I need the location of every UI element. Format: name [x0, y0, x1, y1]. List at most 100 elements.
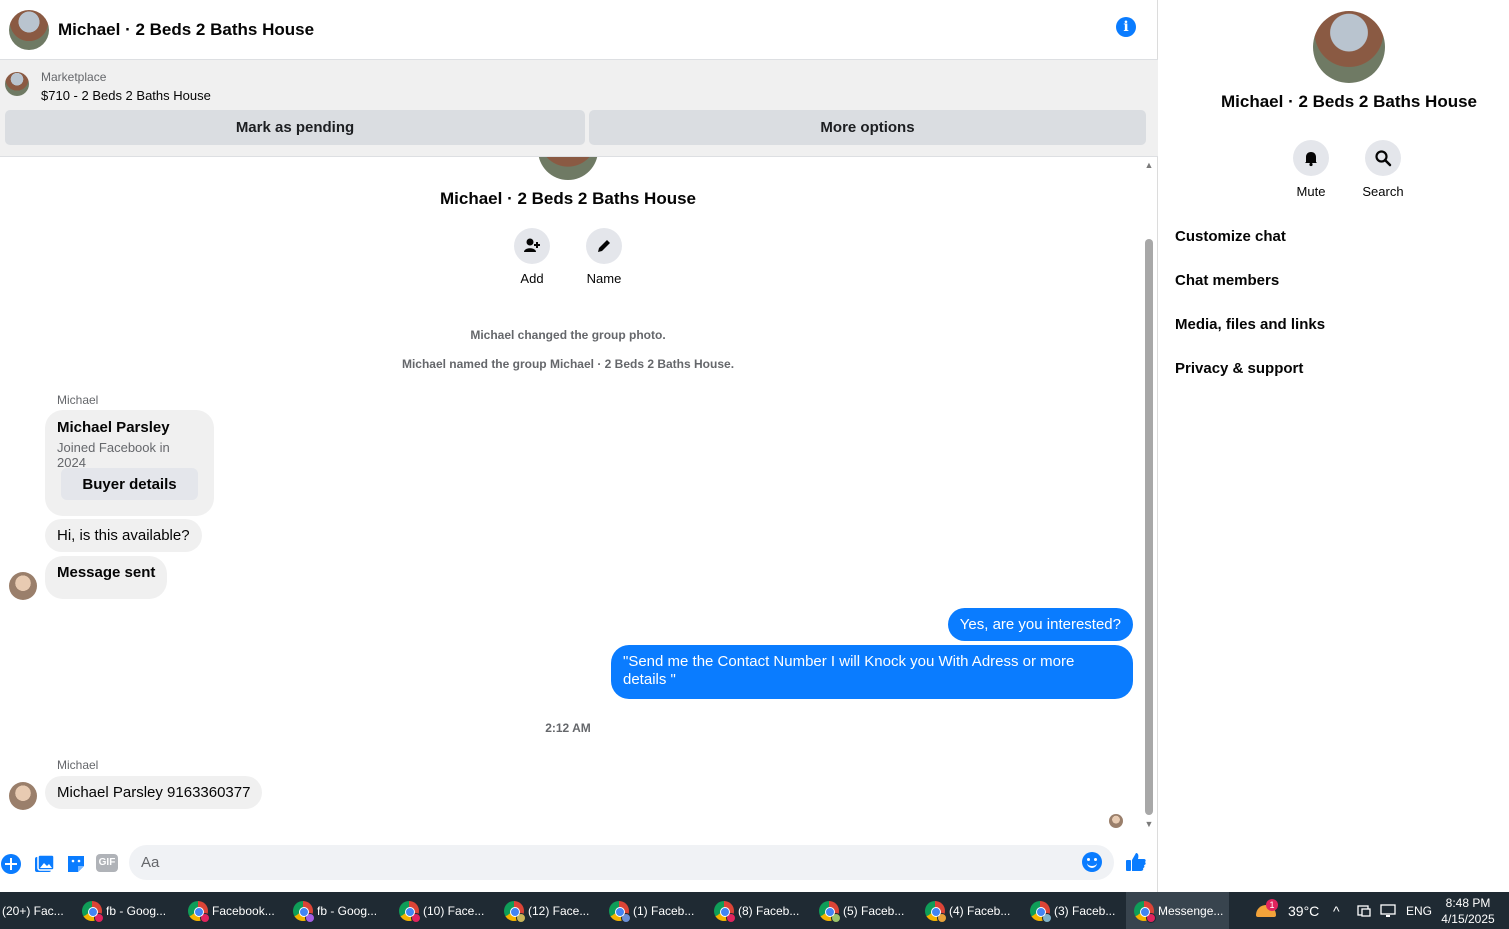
- scroll-up-arrow[interactable]: ▲: [1144, 160, 1154, 170]
- chat-members-item[interactable]: Chat members: [1175, 272, 1279, 289]
- system-message: Michael changed the group photo.: [470, 328, 666, 342]
- onedrive-icon[interactable]: [1356, 892, 1372, 929]
- bell-icon: [1305, 152, 1317, 167]
- taskbar-item-label: fb - Goog...: [106, 903, 167, 918]
- message-scrollbar[interactable]: ▲ ▼: [1143, 157, 1155, 835]
- buyer-details-button[interactable]: Buyer details: [61, 468, 198, 500]
- taskbar-item[interactable]: (20+) Fac...: [2, 892, 64, 929]
- taskbar-item-label: (12) Face...: [528, 903, 590, 918]
- search-icon: [1375, 150, 1392, 167]
- group-avatar[interactable]: [9, 9, 49, 50]
- scrollbar-thumb[interactable]: [1145, 239, 1153, 815]
- language-indicator[interactable]: ENG: [1406, 892, 1432, 929]
- chrome-icon: [1134, 900, 1156, 923]
- taskbar-item-label: (5) Faceb...: [843, 903, 905, 918]
- taskbar-item[interactable]: fb - Goog...: [293, 892, 377, 929]
- media-files-links-item[interactable]: Media, files and links: [1175, 316, 1325, 333]
- message-placeholder: Aa: [141, 854, 160, 871]
- taskbar-item-label: (20+) Fac...: [2, 903, 64, 918]
- add-person-icon: [524, 238, 540, 252]
- system-message: Michael named the group Michael · 2 Beds…: [401, 357, 735, 371]
- gif-icon[interactable]: GIF: [96, 854, 118, 872]
- chevron-up-icon[interactable]: ^: [1333, 892, 1340, 929]
- privacy-support-item[interactable]: Privacy & support: [1175, 360, 1303, 377]
- chrome-icon: [925, 900, 947, 923]
- mute-label: Mute: [1296, 184, 1326, 199]
- network-icon[interactable]: [1380, 892, 1398, 929]
- sender-avatar[interactable]: [9, 572, 37, 600]
- search-label: Search: [1362, 184, 1404, 199]
- clock-date: 4/15/2025: [1441, 912, 1495, 926]
- chrome-icon: [399, 900, 421, 923]
- chrome-icon: [504, 900, 526, 923]
- chrome-icon: [714, 900, 736, 923]
- weather-widget[interactable]: 1 39°C: [1254, 892, 1319, 929]
- taskbar-item[interactable]: (10) Face...: [399, 892, 484, 929]
- taskbar-item-active[interactable]: Messenge...: [1126, 892, 1229, 929]
- taskbar-item[interactable]: (12) Face...: [504, 892, 589, 929]
- taskbar-item[interactable]: (4) Faceb...: [925, 892, 1010, 929]
- emoji-icon[interactable]: [1082, 852, 1102, 872]
- chat-title[interactable]: Michael · 2 Beds 2 Baths House: [58, 20, 314, 40]
- message-timestamp: 2:12 AM: [545, 721, 591, 735]
- taskbar-item-label: fb - Goog...: [317, 903, 378, 918]
- buyer-name: Michael Parsley: [57, 419, 170, 436]
- read-receipt-avatar: [1109, 814, 1123, 828]
- mute-button[interactable]: Mute: [1281, 140, 1341, 199]
- outgoing-message[interactable]: "Send me the Contact Number I will Knock…: [611, 645, 1133, 699]
- composer-bar: GIF Aa: [0, 835, 1158, 892]
- add-people-button[interactable]: Add: [502, 228, 562, 286]
- thumbs-up-icon[interactable]: [1125, 851, 1147, 873]
- weather-icon: 1: [1254, 898, 1278, 921]
- mark-as-pending-button[interactable]: Mark as pending: [5, 110, 585, 145]
- joined-date: Joined Facebook in 2024: [57, 440, 170, 470]
- incoming-message[interactable]: Message sent: [45, 556, 168, 599]
- taskbar-item[interactable]: (1) Faceb...: [609, 892, 694, 929]
- group-photo: [538, 157, 598, 180]
- info-icon[interactable]: i: [1116, 17, 1136, 37]
- message-list[interactable]: Michael · 2 Beds 2 Baths House Add Name …: [0, 157, 1143, 835]
- weather-badge: 1: [1266, 898, 1278, 911]
- chat-info-panel: Michael · 2 Beds 2 Baths House Mute Sear…: [1159, 0, 1509, 892]
- sender-name: Michael: [57, 758, 99, 772]
- search-button[interactable]: Search: [1353, 140, 1413, 199]
- rename-button[interactable]: Name: [574, 228, 634, 286]
- taskbar-item[interactable]: Facebook...: [188, 892, 275, 929]
- message-input[interactable]: Aa: [129, 845, 1114, 880]
- marketplace-label: Marketplace: [41, 70, 107, 84]
- chrome-icon: [82, 900, 104, 923]
- taskbar-item-label: (1) Faceb...: [633, 903, 695, 918]
- clock[interactable]: 8:48 PM 4/15/2025: [1433, 895, 1503, 927]
- plus-icon[interactable]: [0, 853, 22, 875]
- name-label: Name: [586, 271, 622, 286]
- add-label: Add: [520, 271, 544, 286]
- listing-thumbnail[interactable]: [5, 72, 29, 96]
- clock-time: 8:48 PM: [1445, 896, 1491, 910]
- sticker-icon[interactable]: [65, 853, 87, 875]
- pencil-icon: [598, 240, 610, 252]
- listing-title[interactable]: $710 - 2 Beds 2 Baths House: [41, 88, 211, 103]
- messenger-app: Michael · 2 Beds 2 Baths House i Marketp…: [0, 0, 1509, 892]
- sender-avatar[interactable]: [9, 782, 37, 810]
- panel-group-avatar[interactable]: [1313, 11, 1385, 83]
- customize-chat-item[interactable]: Customize chat: [1175, 228, 1286, 245]
- buyer-profile-card: Michael Parsley Joined Facebook in 2024 …: [45, 410, 214, 516]
- taskbar-item[interactable]: (5) Faceb...: [819, 892, 904, 929]
- chat-header: Michael · 2 Beds 2 Baths House i: [0, 0, 1158, 60]
- windows-taskbar: (20+) Fac... fb - Goog... Facebook... fb…: [0, 892, 1509, 929]
- taskbar-item-label: Messenge...: [1158, 903, 1224, 918]
- more-options-button[interactable]: More options: [589, 110, 1146, 145]
- incoming-message[interactable]: Hi, is this available?: [45, 519, 202, 552]
- taskbar-item[interactable]: (8) Faceb...: [714, 892, 799, 929]
- taskbar-item[interactable]: fb - Goog...: [82, 892, 166, 929]
- sender-name: Michael: [57, 393, 99, 407]
- incoming-message[interactable]: Michael Parsley 9163360377: [45, 776, 263, 809]
- taskbar-item[interactable]: (3) Faceb...: [1030, 892, 1115, 929]
- chrome-icon: [819, 900, 841, 923]
- outgoing-message[interactable]: Yes, are you interested?: [947, 608, 1133, 641]
- taskbar-item-label: (8) Faceb...: [738, 903, 800, 918]
- panel-title: Michael · 2 Beds 2 Baths House: [1220, 92, 1478, 111]
- photo-icon[interactable]: [33, 853, 55, 875]
- scroll-down-arrow[interactable]: ▼: [1144, 819, 1154, 829]
- chrome-icon: [188, 900, 210, 923]
